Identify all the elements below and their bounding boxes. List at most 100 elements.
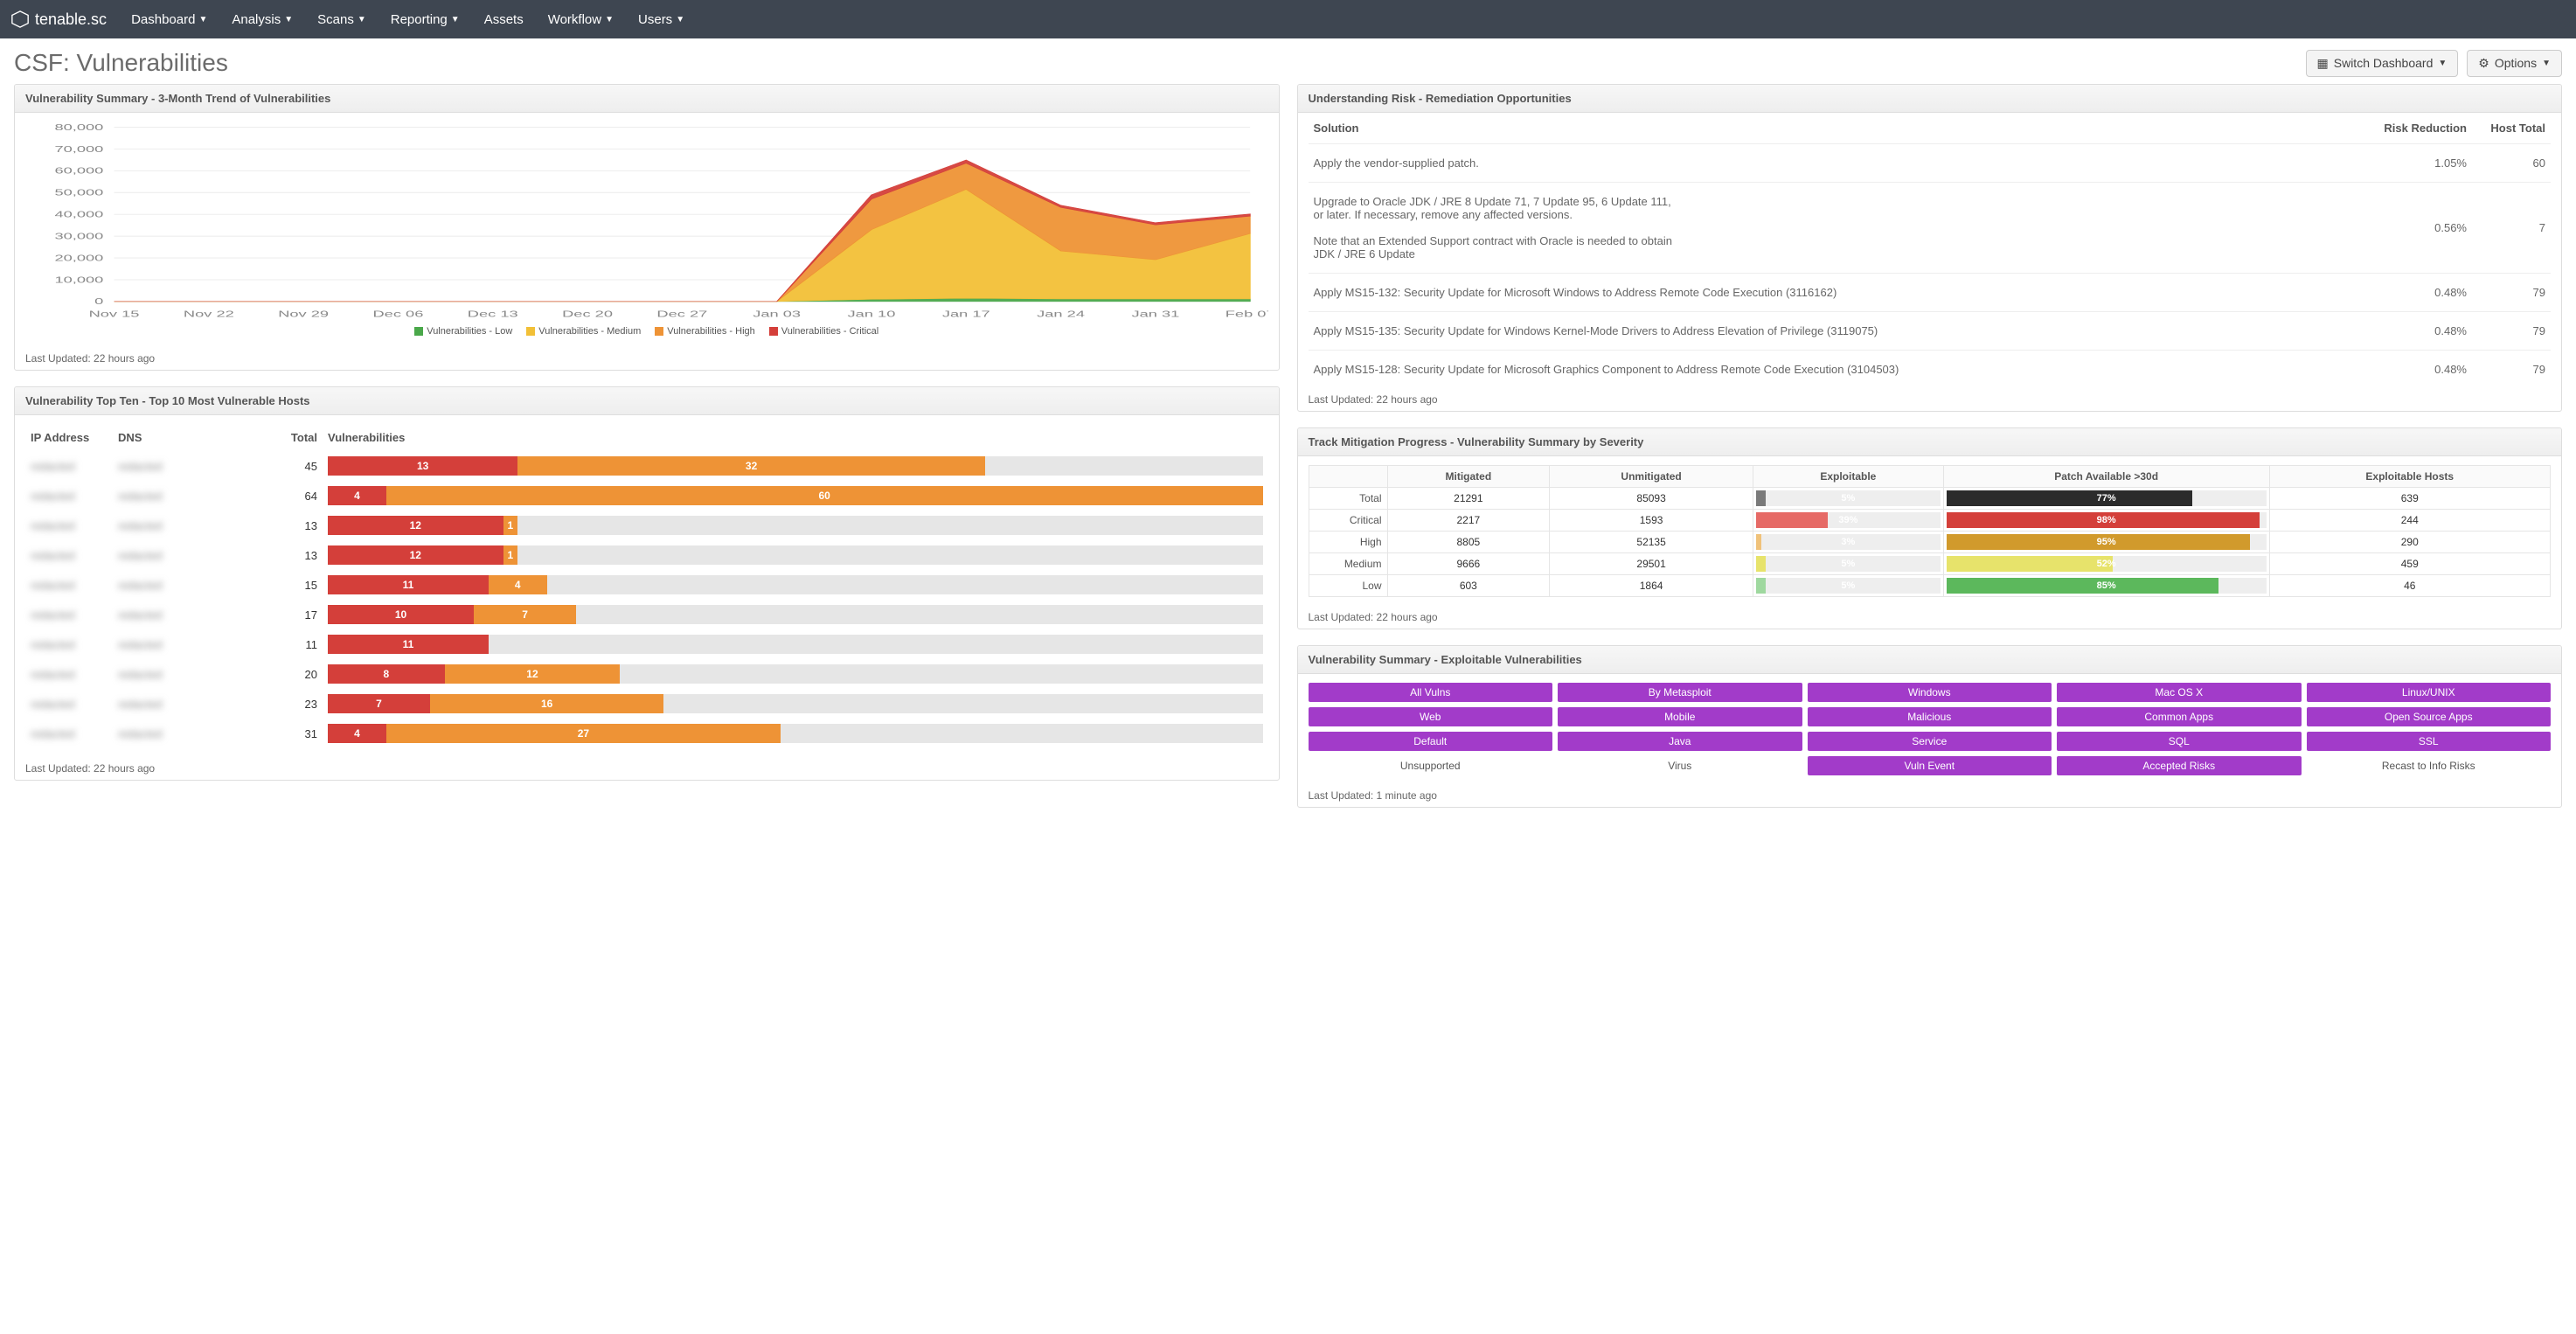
topten-panel-title: Vulnerability Top Ten - Top 10 Most Vuln… (15, 387, 1279, 415)
sev-row[interactable]: Low60318645%85%46 (1309, 575, 2551, 597)
cell-dns: redacted (113, 600, 279, 629)
sev-th (1309, 466, 1387, 488)
sev-mitigated: 2217 (1387, 510, 1550, 532)
bar-critical: 12 (328, 516, 503, 535)
remediation-row[interactable]: Apply the vendor-supplied patch.1.05%60 (1309, 144, 2552, 183)
remediation-row[interactable]: Upgrade to Oracle JDK / JRE 8 Update 71,… (1309, 183, 2552, 274)
th-hosts: Host Total (2472, 113, 2551, 144)
topten-row[interactable]: redactedredacted23716 (25, 689, 1268, 719)
topten-row[interactable]: redactedredacted1111 (25, 629, 1268, 659)
cell-total: 64 (279, 481, 323, 511)
cell-ip: redacted (25, 719, 113, 748)
sev-label: High (1309, 532, 1387, 553)
cell-total: 17 (279, 600, 323, 629)
topten-panel-body: IP Address DNS Total Vulnerabilities red… (15, 415, 1279, 757)
topten-row[interactable]: redactedredacted64460 (25, 481, 1268, 511)
tile-mobile[interactable]: Mobile (1558, 707, 1802, 726)
topten-row[interactable]: redactedredacted15114 (25, 570, 1268, 600)
tile-sql[interactable]: SQL (2057, 732, 2302, 751)
cell-solution: Upgrade to Oracle JDK / JRE 8 Update 71,… (1309, 183, 2368, 274)
tile-by-metasploit[interactable]: By Metasploit (1558, 683, 1802, 702)
bar-high: 1 (503, 545, 518, 565)
options-button[interactable]: ⚙ Options ▼ (2467, 50, 2562, 77)
cell-hosts: 60 (2472, 144, 2551, 183)
cell-hosts: 79 (2472, 351, 2551, 389)
topten-row[interactable]: redactedredacted13121 (25, 540, 1268, 570)
nav-analysis[interactable]: Analysis▼ (232, 12, 293, 27)
tile-accepted-risks[interactable]: Accepted Risks (2057, 756, 2302, 775)
cell-total: 31 (279, 719, 323, 748)
svg-text:Feb 07: Feb 07 (1226, 309, 1268, 319)
caret-down-icon: ▼ (605, 15, 614, 24)
cell-ip: redacted (25, 689, 113, 719)
bar-high: 7 (474, 605, 576, 624)
cell-bar: 107 (323, 600, 1268, 629)
tile-malicious[interactable]: Malicious (1808, 707, 2052, 726)
caret-down-icon: ▼ (451, 15, 460, 24)
topten-row[interactable]: redactedredacted31427 (25, 719, 1268, 748)
sev-label: Critical (1309, 510, 1387, 532)
trend-legend: Vulnerabilities - LowVulnerabilities - M… (25, 326, 1268, 338)
th-dns: DNS (113, 424, 279, 451)
sev-pct: 95% (1943, 532, 2269, 553)
exploitable-panel-footer: Last Updated: 1 minute ago (1298, 784, 2562, 807)
tile-ssl[interactable]: SSL (2307, 732, 2552, 751)
topten-row[interactable]: redactedredacted13121 (25, 511, 1268, 540)
topten-row[interactable]: redactedredacted20812 (25, 659, 1268, 689)
cell-hosts: 79 (2472, 274, 2551, 312)
remediation-table: Solution Risk Reduction Host Total Apply… (1309, 113, 2552, 388)
topten-row[interactable]: redactedredacted451332 (25, 451, 1268, 481)
remediation-row[interactable]: Apply MS15-128: Security Update for Micr… (1309, 351, 2552, 389)
bar-critical: 10 (328, 605, 474, 624)
nav-assets[interactable]: Assets (484, 12, 524, 27)
nav-dashboard[interactable]: Dashboard▼ (131, 12, 207, 27)
tile-web[interactable]: Web (1309, 707, 1553, 726)
tile-linux-unix[interactable]: Linux/UNIX (2307, 683, 2552, 702)
cell-dns: redacted (113, 659, 279, 689)
cell-total: 45 (279, 451, 323, 481)
nav-label: Dashboard (131, 12, 195, 27)
legend-medium: Vulnerabilities - Medium (526, 326, 641, 337)
tile-mac-os-x[interactable]: Mac OS X (2057, 683, 2302, 702)
tile-default[interactable]: Default (1309, 732, 1553, 751)
severity-panel-footer: Last Updated: 22 hours ago (1298, 606, 2562, 629)
nav-workflow[interactable]: Workflow▼ (548, 12, 614, 27)
remediation-row[interactable]: Apply MS15-132: Security Update for Micr… (1309, 274, 2552, 312)
tile-vuln-event[interactable]: Vuln Event (1808, 756, 2052, 775)
nav-users[interactable]: Users▼ (638, 12, 684, 27)
tile-virus: Virus (1558, 756, 1802, 775)
exploitable-tile-grid: All Vulns By Metasploit Windows Mac OS X Lin… (1309, 683, 2552, 775)
sev-row[interactable]: Total21291850935%77%639 (1309, 488, 2551, 510)
tile-service[interactable]: Service (1808, 732, 2052, 751)
cell-ip: redacted (25, 570, 113, 600)
tile-open-source-apps[interactable]: Open Source Apps (2307, 707, 2552, 726)
switch-dashboard-button[interactable]: ▦ Switch Dashboard ▼ (2306, 50, 2459, 77)
bar-high: 60 (386, 486, 1263, 505)
tile-common-apps[interactable]: Common Apps (2057, 707, 2302, 726)
sev-row[interactable]: Medium9666295015%52%459 (1309, 553, 2551, 575)
legend-high: Vulnerabilities - High (655, 326, 754, 337)
brand-logo-icon (10, 10, 30, 29)
brand[interactable]: tenable.sc (10, 10, 107, 29)
nav-reporting[interactable]: Reporting▼ (391, 12, 460, 27)
tile-all-vulns[interactable]: All Vulns (1309, 683, 1553, 702)
svg-text:Jan 10: Jan 10 (848, 309, 896, 319)
nav-scans[interactable]: Scans▼ (317, 12, 366, 27)
trend-chart[interactable]: 010,00020,00030,00040,00050,00060,00070,… (25, 122, 1268, 323)
remediation-row[interactable]: Apply MS15-135: Security Update for Wind… (1309, 312, 2552, 351)
exploitable-panel-title: Vulnerability Summary - Exploitable Vuln… (1298, 646, 2562, 674)
svg-text:10,000: 10,000 (54, 275, 103, 285)
cell-bar: 121 (323, 540, 1268, 570)
sev-row[interactable]: Critical2217159339%98%244 (1309, 510, 2551, 532)
sev-hosts: 244 (2269, 510, 2550, 532)
cell-ip: redacted (25, 629, 113, 659)
tile-windows[interactable]: Windows (1808, 683, 2052, 702)
bar-high: 1 (503, 516, 518, 535)
topten-row[interactable]: redactedredacted17107 (25, 600, 1268, 629)
sev-pct: 52% (1943, 553, 2269, 575)
sev-row[interactable]: High8805521353%95%290 (1309, 532, 2551, 553)
sev-label: Medium (1309, 553, 1387, 575)
tile-java[interactable]: Java (1558, 732, 1802, 751)
tile-recast-to-info-risks: Recast to Info Risks (2307, 756, 2552, 775)
gear-icon: ⚙ (2478, 56, 2489, 71)
